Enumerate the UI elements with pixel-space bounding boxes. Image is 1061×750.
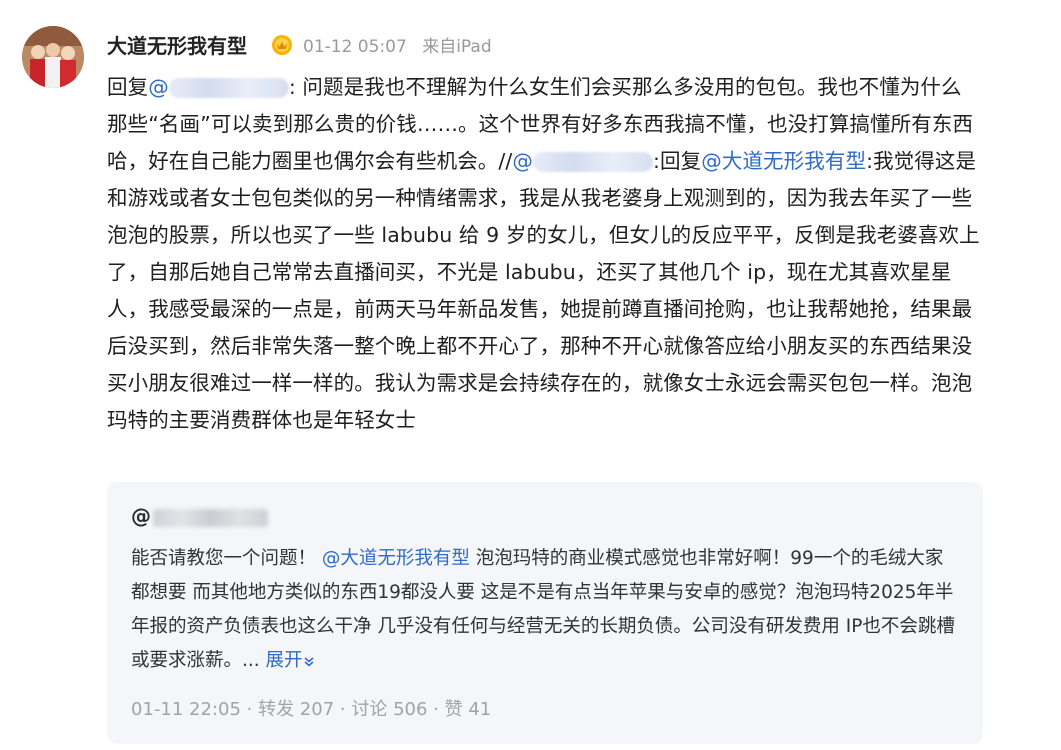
expand-link[interactable]: 展开 <box>266 650 315 671</box>
author-name[interactable]: 大道无形我有型 <box>107 30 247 62</box>
quoted-text: 能否请教您一个问题！ @大道无形我有型 泡泡玛特的商业模式感觉也非常好啊！99一… <box>131 548 955 671</box>
vip-badge-icon[interactable] <box>271 34 293 56</box>
weibo-post: 大道无形我有型 01-12 05:07 来自iPad 回复@: 问题是我也不理解… <box>0 0 1061 750</box>
repost-count[interactable]: · 转发 207 <box>247 699 335 720</box>
author-avatar[interactable] <box>22 26 84 88</box>
redacted-quoted-username <box>153 508 268 527</box>
redacted-username-2 <box>533 152 654 172</box>
mention-author[interactable]: @大道无形我有型 <box>701 149 866 173</box>
comment-count[interactable]: · 讨论 506 <box>340 699 428 720</box>
like-count[interactable]: · 赞 41 <box>433 699 491 720</box>
chevron-down-icon <box>304 657 314 667</box>
quoted-time[interactable]: 01-11 22:05 <box>131 699 241 720</box>
quoted-post-card[interactable]: @ 能否请教您一个问题！ @大道无形我有型 泡泡玛特的商业模式感觉也非常好啊！9… <box>107 482 983 744</box>
quoted-username[interactable]: @ <box>131 504 268 528</box>
mention-redacted-2[interactable]: @ <box>512 149 654 173</box>
post-time[interactable]: 01-12 05:07 <box>303 37 407 57</box>
mention-redacted[interactable]: @ <box>148 75 289 99</box>
post-meta: 01-12 05:07 来自iPad <box>303 35 502 59</box>
post-source: 来自iPad <box>422 37 492 57</box>
redacted-username <box>168 78 289 98</box>
quoted-mention[interactable]: @大道无形我有型 <box>322 548 470 569</box>
body-part-2: :回复 <box>653 149 702 173</box>
reply-prefix: 回复 <box>107 75 149 99</box>
body-part-3: :我觉得这是和游戏或者女士包包类似的另一种情绪需求，我是从我老婆身上观测到的，因… <box>107 149 980 432</box>
post-body: 回复@: 问题是我也不理解为什么女生们会买那么多没用的包包。我也不懂为什么那些“… <box>107 69 982 439</box>
quoted-meta: 01-11 22:05 · 转发 207 · 讨论 506 · 赞 41 <box>131 695 491 721</box>
